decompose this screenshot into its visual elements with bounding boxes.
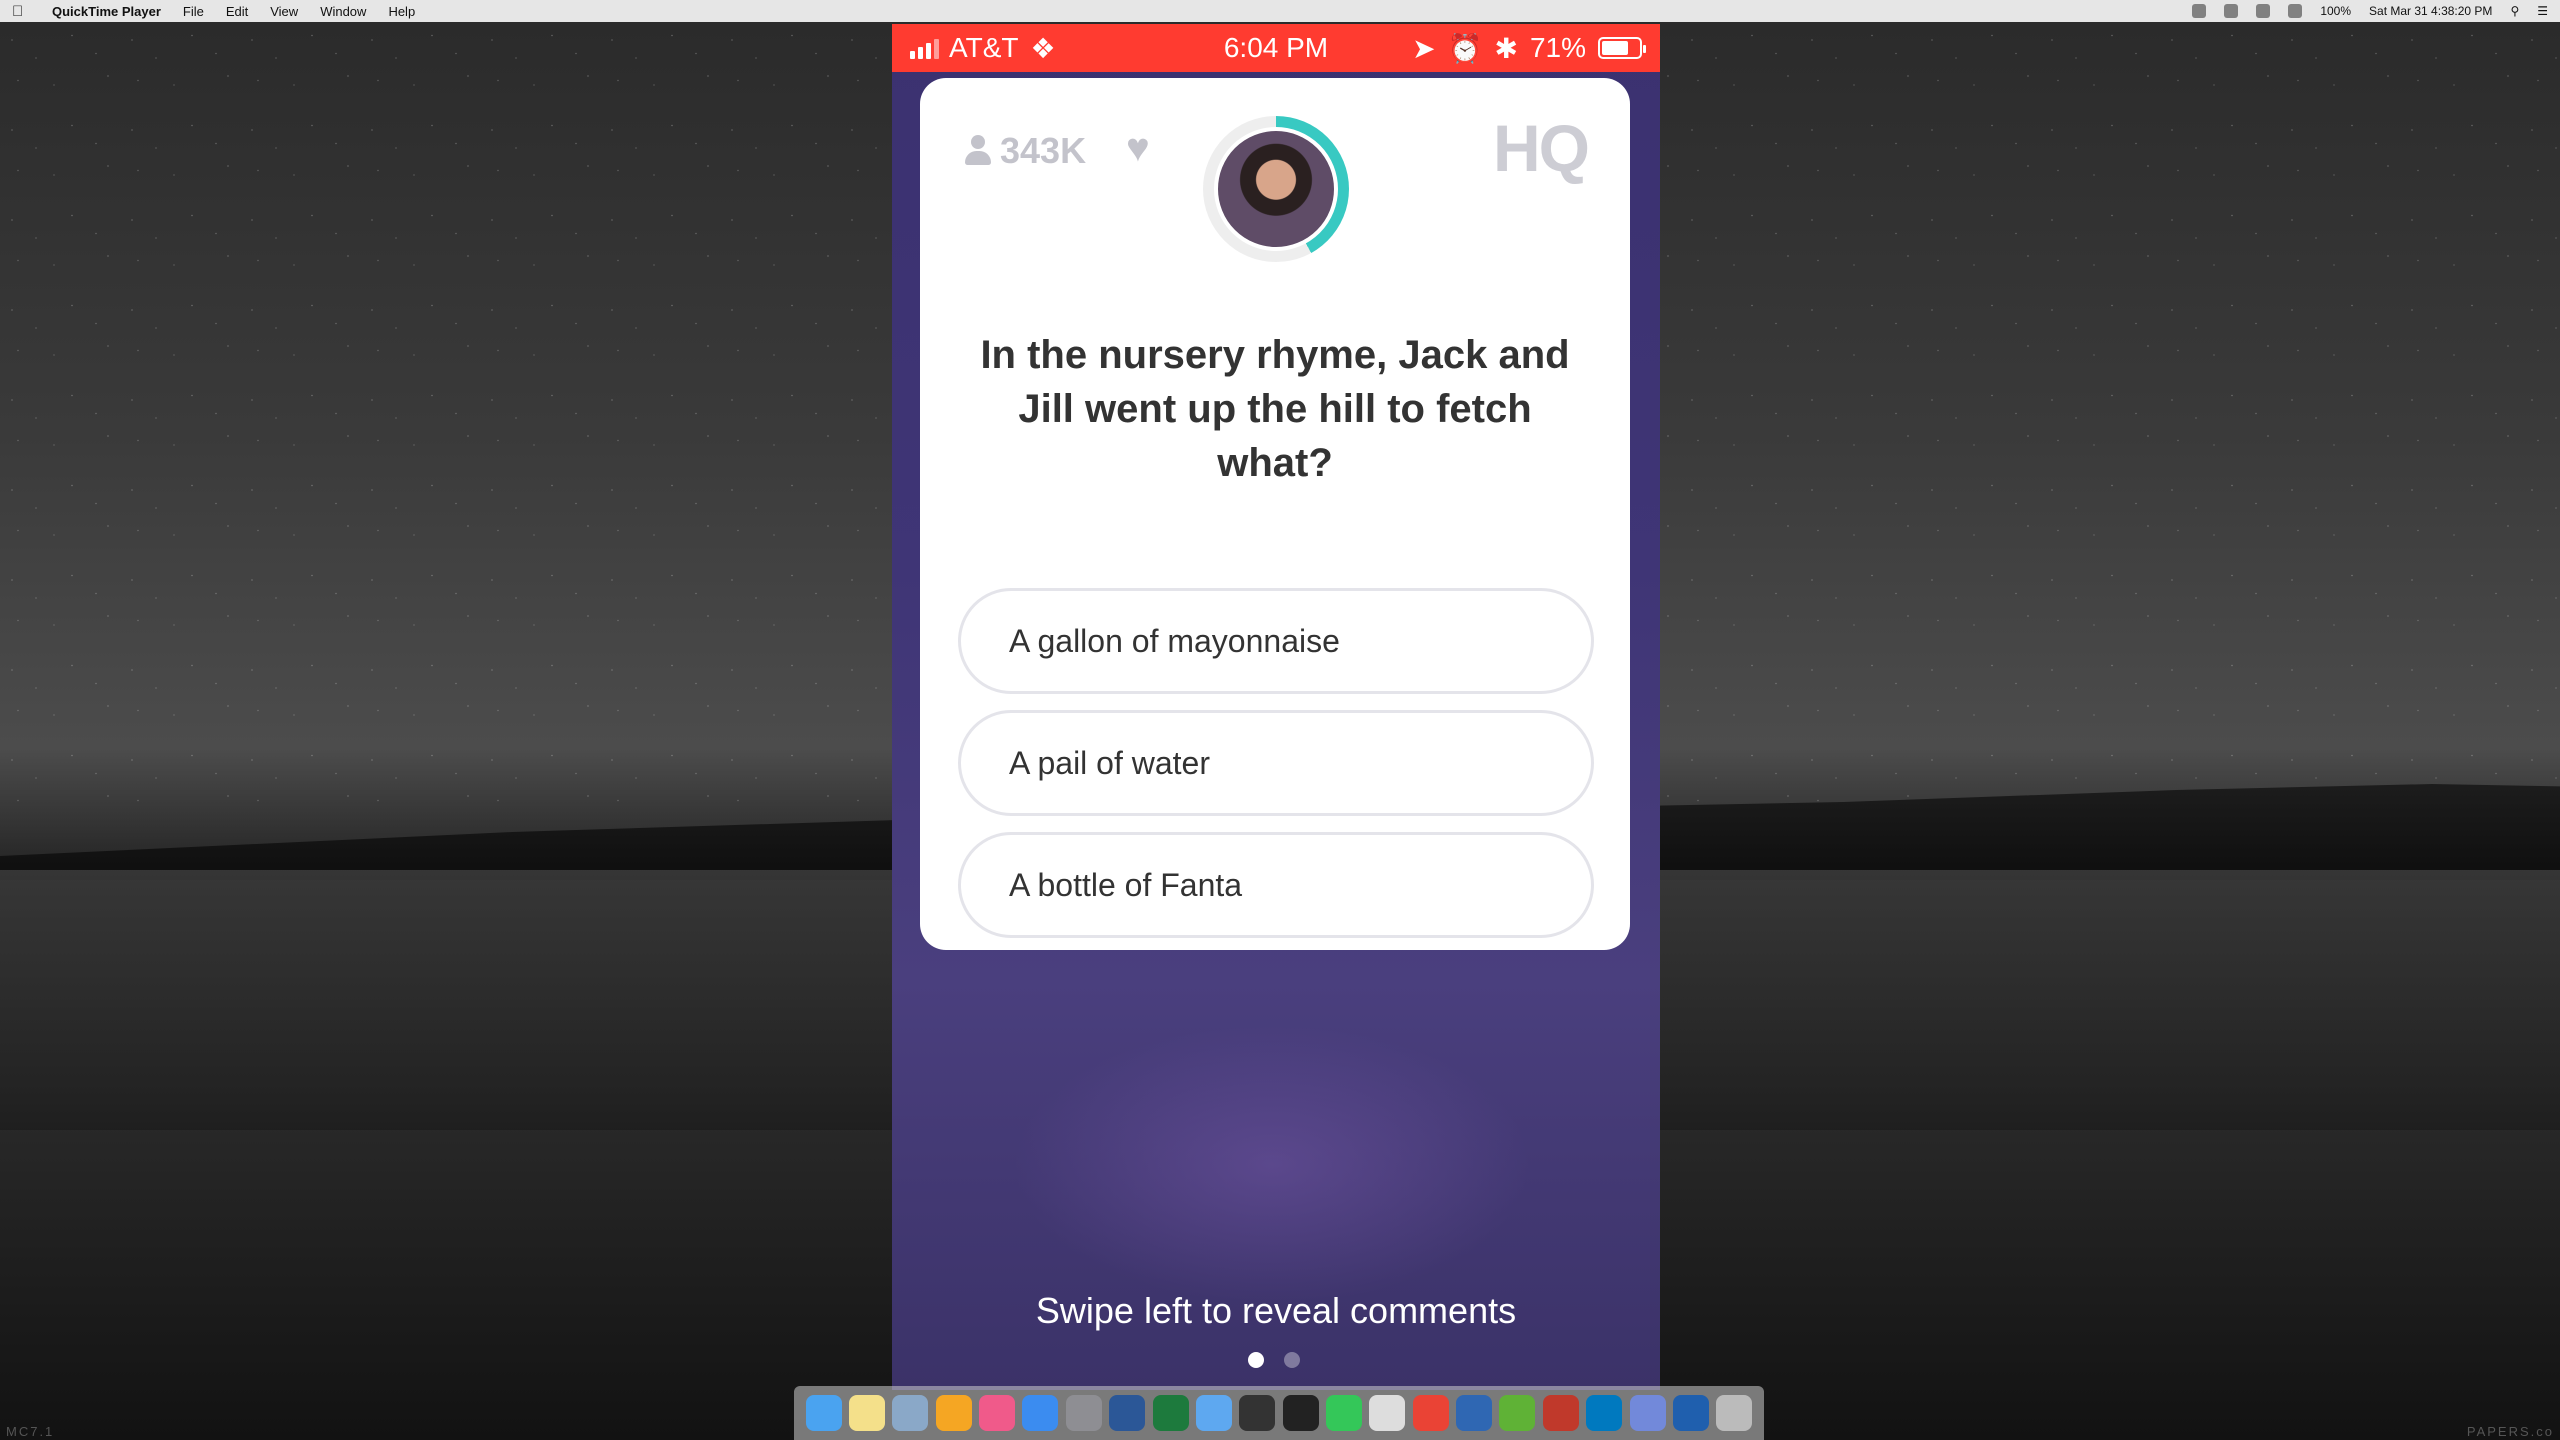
answer-option-3[interactable]: A bottle of Fanta xyxy=(958,832,1594,938)
apple-menu-icon[interactable]:  xyxy=(12,3,30,20)
viewer-count: 343K xyxy=(964,130,1086,172)
battery-percent: 71% xyxy=(1529,32,1586,63)
excel-icon[interactable] xyxy=(1152,1395,1189,1431)
photos-icon[interactable] xyxy=(935,1395,972,1431)
answer-option-2[interactable]: A pail of water xyxy=(958,710,1594,816)
chrome-icon[interactable] xyxy=(1412,1395,1449,1431)
terminal-icon[interactable] xyxy=(1282,1395,1319,1431)
clock[interactable]: Sat Mar 31 4:38:20 PM xyxy=(2369,4,2492,18)
watermark-left: MC7.1 xyxy=(6,1424,55,1439)
page-dot-1[interactable] xyxy=(1248,1352,1264,1368)
swipe-hint: Swipe left to reveal comments xyxy=(1035,1290,1517,1331)
menu-edit[interactable]: Edit xyxy=(226,4,248,19)
viewer-count-label: 343K xyxy=(1000,130,1087,171)
menu-bar:  QuickTime Player File Edit View Window… xyxy=(0,0,2560,22)
xcode-icon[interactable] xyxy=(1195,1395,1232,1431)
host-avatar xyxy=(1214,127,1338,251)
menu-window[interactable]: Window xyxy=(320,4,366,19)
discord-icon[interactable] xyxy=(1629,1395,1666,1431)
countdown-timer xyxy=(1203,116,1349,262)
page-indicator[interactable] xyxy=(1248,1352,1300,1368)
answer-option-1[interactable]: A gallon of mayonnaise xyxy=(958,588,1594,694)
trello-icon[interactable] xyxy=(1586,1395,1623,1431)
alarm-icon: ⏰ xyxy=(1447,32,1483,64)
tray-app-icon[interactable] xyxy=(2192,4,2207,18)
evernote-icon[interactable] xyxy=(1499,1395,1536,1431)
menu-help[interactable]: Help xyxy=(388,4,415,19)
location-icon: ➤ xyxy=(1412,32,1436,64)
status-right: ➤ ⏰ ✱ 71% xyxy=(1412,32,1646,65)
dock xyxy=(794,1386,1764,1440)
ios-status-bar: AT&T ❖ 6:04 PM ➤ ⏰ ✱ 71% xyxy=(892,24,1660,72)
question-text: In the nursery rhyme, Jack and Jill went… xyxy=(980,333,1570,485)
trash-icon[interactable] xyxy=(1716,1395,1753,1431)
battery-icon xyxy=(1598,37,1646,59)
finder-icon[interactable] xyxy=(805,1395,842,1431)
heart-icon[interactable]: ♥ xyxy=(1126,128,1166,168)
phone-screen: AT&T ❖ 6:04 PM ➤ ⏰ ✱ 71% 343K ♥ HQ In th… xyxy=(892,24,1660,1390)
wifi-icon[interactable] xyxy=(2256,4,2271,18)
question-card: 343K ♥ HQ In the nursery rhyme, Jack and… xyxy=(920,78,1630,950)
itunes-icon[interactable] xyxy=(979,1395,1016,1431)
app-store-icon[interactable] xyxy=(1022,1395,1059,1431)
spotlight-icon[interactable]: ⚲ xyxy=(2510,4,2519,18)
page-dot-2[interactable] xyxy=(1284,1352,1300,1368)
battery-status[interactable]: 100% xyxy=(2320,4,2351,18)
hq-logo: HQ xyxy=(1493,111,1590,185)
watermark-right: PAPERS.co xyxy=(2466,1424,2554,1439)
user-icon xyxy=(964,135,992,167)
scrivener-icon[interactable] xyxy=(1542,1395,1579,1431)
quicktime-icon[interactable] xyxy=(1672,1395,1709,1431)
cloud-icon[interactable] xyxy=(2224,4,2239,18)
menu-extras: 100% Sat Mar 31 4:38:20 PM ⚲ ☰ xyxy=(2192,4,2548,18)
system-preferences-icon[interactable] xyxy=(1065,1395,1102,1431)
messages-icon[interactable] xyxy=(1325,1395,1362,1431)
menu-file[interactable]: File xyxy=(183,4,204,19)
volume-icon[interactable] xyxy=(2288,4,2303,18)
notes-icon[interactable] xyxy=(849,1395,886,1431)
menu-view[interactable]: View xyxy=(270,4,298,19)
word-icon[interactable] xyxy=(1109,1395,1146,1431)
virtualbox-icon[interactable] xyxy=(1456,1395,1493,1431)
preview-icon[interactable] xyxy=(892,1395,929,1431)
background-glow xyxy=(1012,1024,1532,1304)
battery-fill xyxy=(1602,41,1628,55)
notification-center-icon[interactable]: ☰ xyxy=(2537,4,2548,18)
bluetooth-icon: ✱ xyxy=(1494,32,1518,64)
go-icon[interactable] xyxy=(1239,1395,1276,1431)
calendar-icon[interactable] xyxy=(1369,1395,1406,1431)
app-menu[interactable]: QuickTime Player xyxy=(52,4,161,19)
